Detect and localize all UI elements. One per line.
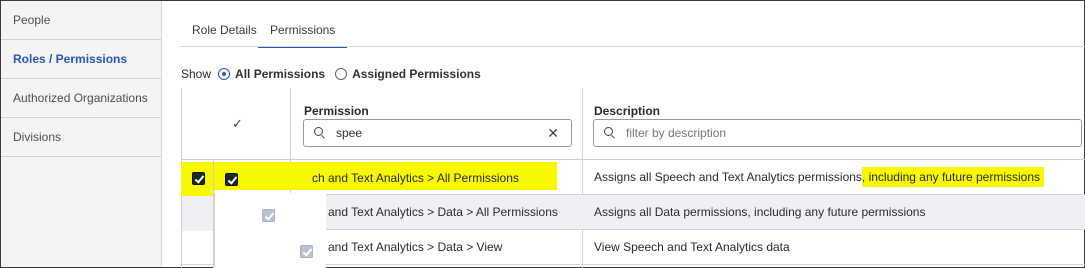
clear-filter-icon[interactable]: ✕ [547, 125, 559, 141]
table-header: ✓ Permission ✕ Description [182, 88, 1085, 160]
search-icon [604, 127, 613, 136]
show-label: Show [181, 67, 212, 81]
sidebar-item-authorized-organizations[interactable]: Authorized Organizations [1, 79, 161, 118]
permission-description: Assigns all Data permissions, including … [594, 205, 926, 219]
sidebar-item-divisions[interactable]: Divisions [1, 118, 161, 157]
radio-all-permissions-label[interactable]: All Permissions [235, 67, 325, 81]
description-column-header: Description [594, 104, 661, 118]
permission-name: ch and Text Analytics > Data > All Permi… [312, 205, 558, 219]
permission-filter-input[interactable] [336, 124, 536, 142]
sidebar-item-people[interactable]: People [1, 1, 161, 40]
permission-description: View Speech and Text Analytics data [594, 240, 790, 254]
description-filter-input[interactable] [626, 124, 826, 142]
tab-role-details[interactable]: Role Details [192, 10, 257, 46]
radio-assigned-permissions[interactable] [335, 68, 348, 80]
row-checkbox[interactable] [300, 245, 313, 258]
sidebar: People Roles / Permissions Authorized Or… [1, 1, 162, 267]
tab-divider [180, 46, 1085, 47]
permission-filter-input-box[interactable]: ✕ [303, 119, 572, 147]
permission-description: Assigns all Speech and Text Analytics pe… [594, 160, 1045, 195]
search-icon [314, 127, 323, 136]
radio-all-permissions[interactable] [218, 68, 231, 80]
permission-name: ch and Text Analytics > Data > View [312, 240, 503, 254]
row-checkbox[interactable] [225, 173, 238, 186]
description-filter-input-box[interactable] [593, 119, 1082, 147]
row-checkbox[interactable] [262, 209, 275, 222]
show-filter-row: Show All Permissions Assigned Permission… [181, 64, 481, 84]
sidebar-item-roles-permissions[interactable]: Roles / Permissions [1, 40, 161, 79]
permission-name: ch and Text Analytics > All Permissions [312, 171, 519, 185]
tab-permissions[interactable]: Permissions [258, 10, 348, 48]
radio-assigned-permissions-label[interactable]: Assigned Permissions [352, 67, 481, 81]
select-all-check-icon[interactable]: ✓ [232, 116, 243, 132]
row-checkbox[interactable] [192, 172, 205, 185]
highlighted-description: , including any future permissions [861, 167, 1045, 187]
permission-column-header: Permission [304, 104, 369, 118]
